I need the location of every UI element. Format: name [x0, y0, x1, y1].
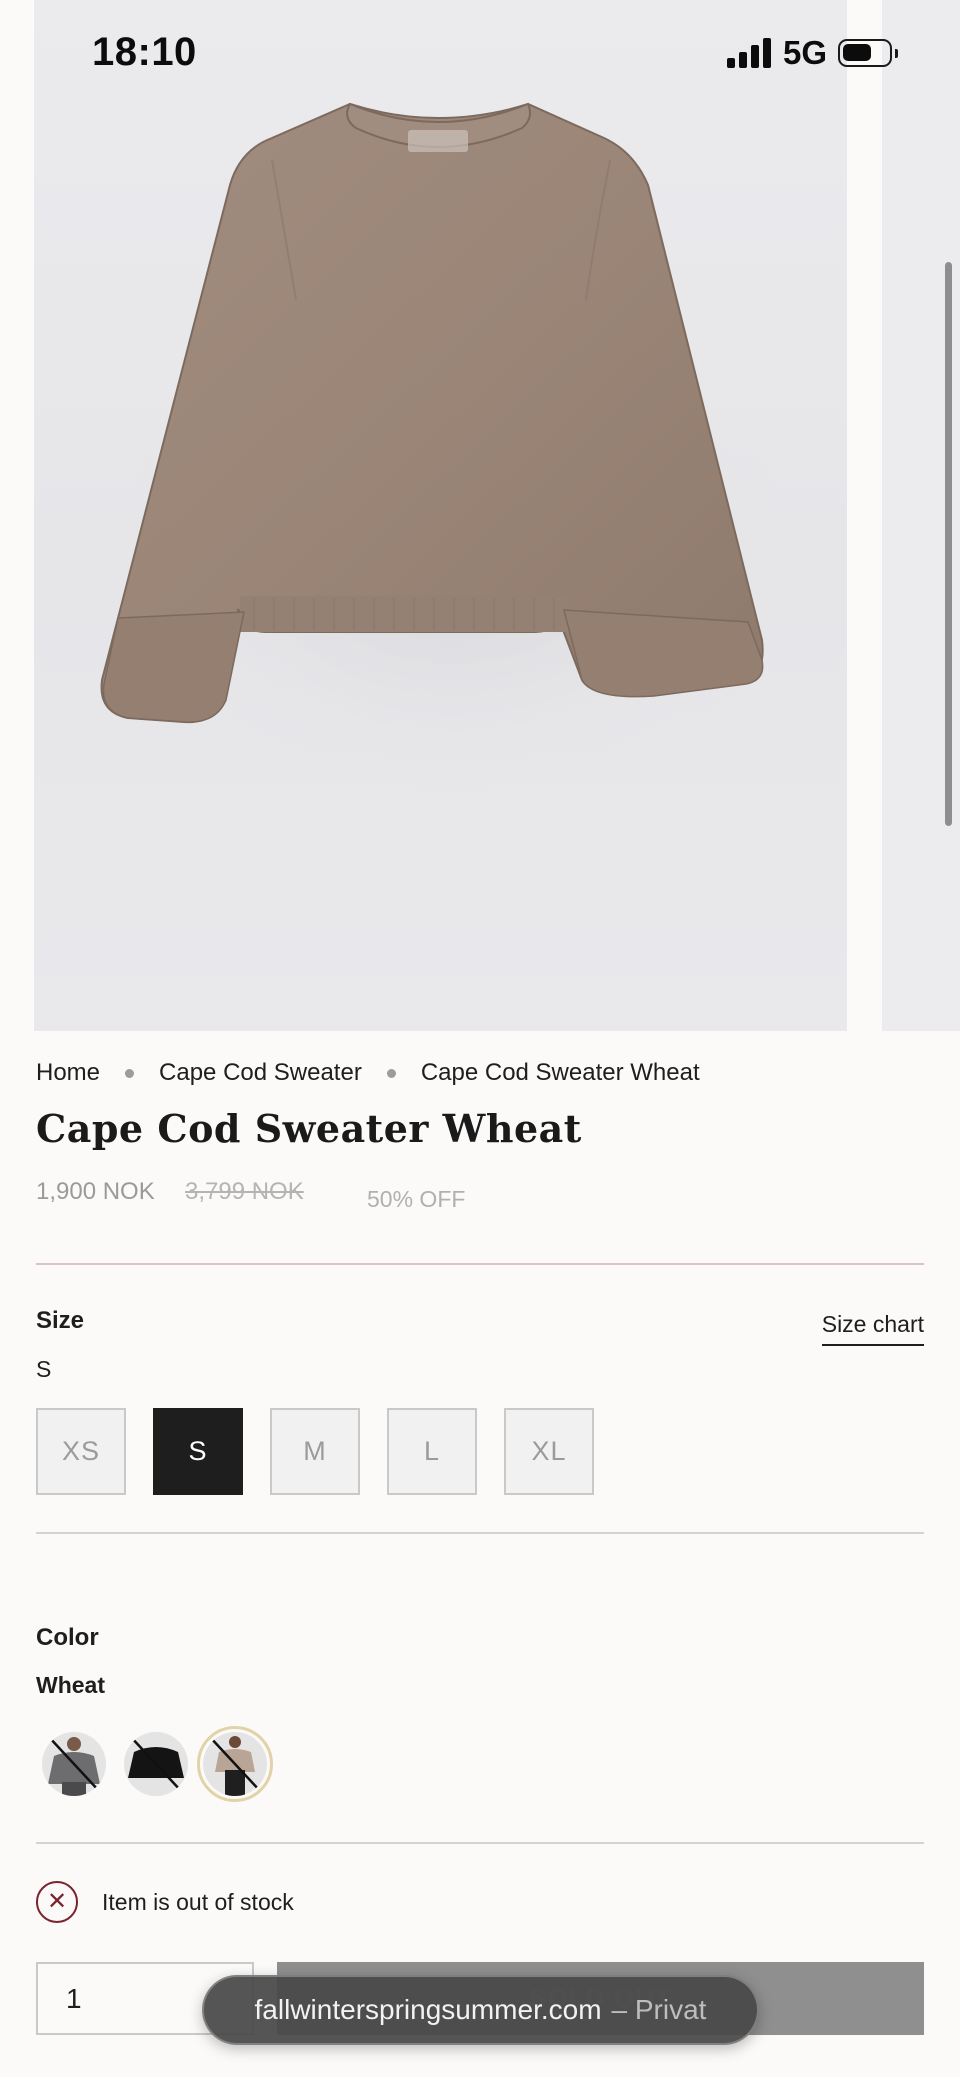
color-swatch-wheat[interactable] [197, 1726, 273, 1802]
divider [36, 1842, 924, 1844]
discount-badge: 50% OFF [367, 1186, 466, 1212]
size-option-m[interactable]: M [270, 1408, 360, 1495]
selected-color: Wheat [36, 1672, 105, 1698]
size-option-l[interactable]: L [387, 1408, 477, 1495]
breadcrumb-home[interactable]: Home [36, 1059, 100, 1087]
sale-price: 1,900 NOK [36, 1178, 155, 1205]
size-options: XS S M L XL [36, 1408, 621, 1495]
wheat-sweater-thumbnail-icon [208, 1735, 262, 1796]
address-domain: fallwinterspringsummer.com [254, 1994, 602, 2025]
original-price: 3,799 NOK [185, 1178, 304, 1205]
grey-sweater-thumbnail-icon [47, 1735, 101, 1796]
size-chart-link[interactable]: Size chart [821, 1311, 924, 1346]
divider [36, 1532, 924, 1534]
price-row: 1,900 NOK 3,799 NOK 50% OFF [36, 1178, 736, 1218]
breadcrumb-collection[interactable]: Cape Cod Sweater [159, 1059, 362, 1087]
private-mode-label: – Privat [611, 1994, 707, 2025]
size-label: Size [36, 1307, 85, 1334]
sweater-image [94, 102, 814, 800]
battery-cap [895, 49, 898, 58]
status-time: 18:10 [92, 30, 197, 74]
browser-address-bar[interactable]: fallwinterspringsummer.com – Privat [202, 1975, 759, 2045]
battery-level [843, 44, 871, 61]
product-page: 18:10 5G Home Cape Cod Sweater Cape Cod … [0, 0, 960, 2077]
stock-message: Item is out of stock [102, 1888, 294, 1915]
color-swatch-grey[interactable] [36, 1726, 112, 1802]
selected-size: S [36, 1356, 52, 1382]
size-option-s[interactable]: S [153, 1408, 243, 1495]
breadcrumb: Home Cape Cod Sweater Cape Cod Sweater W… [36, 1058, 700, 1088]
color-label: Color [36, 1624, 99, 1651]
scrollbar[interactable] [945, 262, 952, 826]
black-sweater-thumbnail-icon [128, 1735, 184, 1793]
swatch-image-wheat [203, 1732, 267, 1796]
swatch-image-black [124, 1732, 188, 1796]
signal-icon [727, 38, 771, 68]
divider [36, 1263, 924, 1265]
close-circle-icon: ✕ [36, 1881, 78, 1923]
product-gallery[interactable] [0, 0, 960, 1031]
network-type: 5G [783, 34, 828, 71]
product-image[interactable] [34, 0, 847, 1031]
swatch-image-grey [42, 1732, 106, 1796]
battery-icon [838, 39, 892, 67]
breadcrumb-separator [125, 1068, 135, 1078]
color-swatch-black[interactable] [118, 1726, 194, 1802]
size-option-xs[interactable]: XS [36, 1408, 126, 1495]
stock-status: ✕ Item is out of stock [36, 1880, 294, 1924]
size-option-xl[interactable]: XL [504, 1408, 594, 1495]
breadcrumb-current: Cape Cod Sweater Wheat [420, 1059, 700, 1086]
product-title: Cape Cod Sweater Wheat [36, 1106, 582, 1151]
breadcrumb-separator [386, 1068, 396, 1078]
